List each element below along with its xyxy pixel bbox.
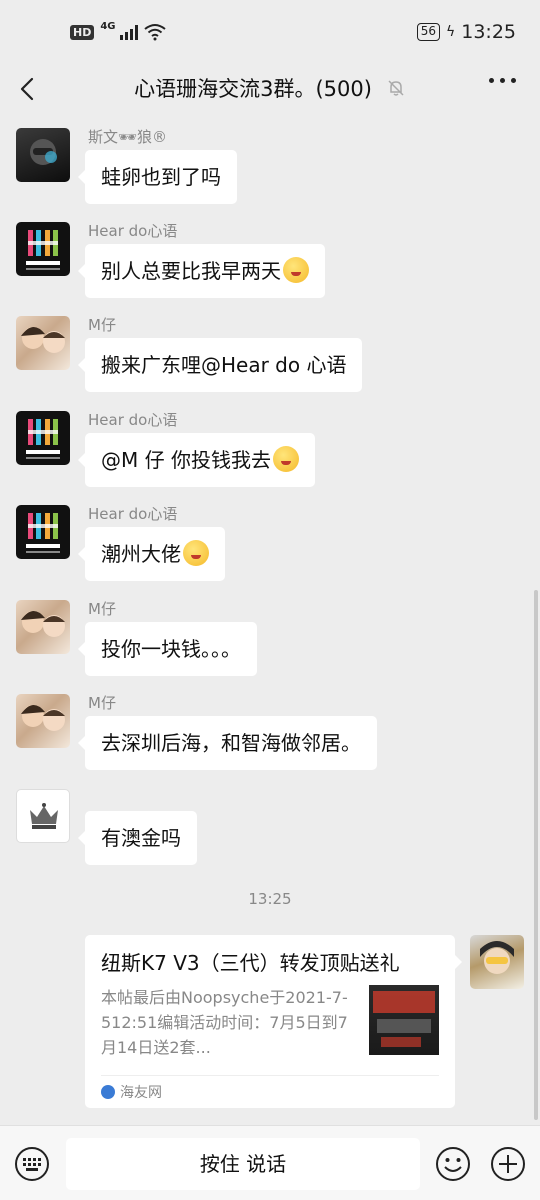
chat-header: 心语珊海交流3群。(500) <box>0 64 540 112</box>
chat-title: 心语珊海交流3群。(500) <box>134 77 372 101</box>
source-name: 海友网 <box>120 1085 162 1101</box>
wifi-icon <box>143 24 166 41</box>
input-bar: 按住 说话 <box>0 1125 540 1200</box>
avatar[interactable] <box>16 789 70 843</box>
avatar[interactable] <box>16 505 70 559</box>
link-card-thumbnail <box>369 985 439 1055</box>
message-text: @M 仔 你投钱我去 <box>101 448 271 472</box>
more-icon[interactable] <box>489 78 516 83</box>
signal-icon <box>119 24 138 40</box>
sender-name: Hear do心语 <box>88 222 178 240</box>
avatar[interactable] <box>16 222 70 276</box>
link-card-source: 海友网 <box>101 1082 162 1102</box>
avatar[interactable] <box>16 316 70 370</box>
message-bubble[interactable]: @M 仔 你投钱我去 <box>78 433 315 487</box>
message-bubble[interactable]: 投你一块钱。。。 <box>78 622 257 676</box>
avatar[interactable] <box>16 411 70 465</box>
message-bubble[interactable]: 别人总要比我早两天 <box>78 244 325 298</box>
message-text: 潮州大佬 <box>101 542 181 566</box>
message-text: 别人总要比我早两天 <box>101 259 281 283</box>
message-bubble[interactable]: 潮州大佬 <box>78 527 225 581</box>
message-text: 蛙卵也到了吗 <box>101 165 221 189</box>
avatar[interactable] <box>16 600 70 654</box>
hd-badge: HD <box>70 24 95 40</box>
scrollbar[interactable] <box>534 590 538 1120</box>
source-logo-icon <box>101 1085 115 1099</box>
avatar[interactable] <box>16 694 70 748</box>
sender-name: M仔 <box>88 694 116 712</box>
message-text: 搬来广东哩@Hear do 心语 <box>101 353 347 377</box>
keyboard-icon[interactable] <box>14 1146 50 1182</box>
message-bubble[interactable]: 去深圳后海，和智海做邻居。 <box>78 716 377 770</box>
message-bubble[interactable]: 蛙卵也到了吗 <box>78 150 237 204</box>
network-type: 4G <box>100 20 116 32</box>
sender-name: M仔 <box>88 600 116 618</box>
sender-name: M仔 <box>88 316 116 334</box>
message-bubble[interactable]: 搬来广东哩@Hear do 心语 <box>77 338 363 392</box>
sender-name: 斯文🕶狼® <box>88 128 168 146</box>
divider <box>101 1075 439 1076</box>
avatar[interactable] <box>16 128 70 182</box>
message-text: 有澳金吗 <box>101 826 181 850</box>
sender-name: Hear do心语 <box>88 411 178 429</box>
emoji-face-icon[interactable] <box>435 1146 471 1182</box>
clock: 13:25 <box>461 21 516 43</box>
plus-icon[interactable] <box>490 1146 526 1182</box>
message-text: 去深圳后海，和智海做邻居。 <box>101 731 361 755</box>
link-card[interactable]: 纽斯K7 V3（三代）转发顶贴送礼 本帖最后由Noopsyche于2021-7-… <box>85 935 462 1108</box>
self-avatar[interactable] <box>470 935 524 989</box>
emoji-icon <box>272 446 299 472</box>
status-left: HD 4G <box>70 20 166 41</box>
sender-name: Hear do心语 <box>88 505 178 523</box>
mute-bell-icon <box>388 80 404 96</box>
link-card-title: 纽斯K7 V3（三代）转发顶贴送礼 <box>101 951 400 975</box>
battery-icon: 56 <box>416 23 440 41</box>
message-bubble[interactable]: 有澳金吗 <box>78 811 197 865</box>
charging-icon: ϟ <box>445 24 456 40</box>
hold-to-talk-button[interactable]: 按住 说话 <box>66 1138 420 1190</box>
message-text: 投你一块钱。。。 <box>101 637 241 661</box>
back-arrow-icon[interactable] <box>14 74 44 104</box>
status-bar: HD 4G 56 ϟ 13:25 <box>0 0 540 64</box>
status-right: 56 ϟ 13:25 <box>416 21 516 43</box>
link-card-description: 本帖最后由Noopsyche于2021-7-512:51编辑活动时间：7月5日到… <box>101 988 348 1057</box>
emoji-icon <box>183 540 209 566</box>
emoji-icon <box>283 257 309 283</box>
time-divider: 13:25 <box>248 890 292 908</box>
